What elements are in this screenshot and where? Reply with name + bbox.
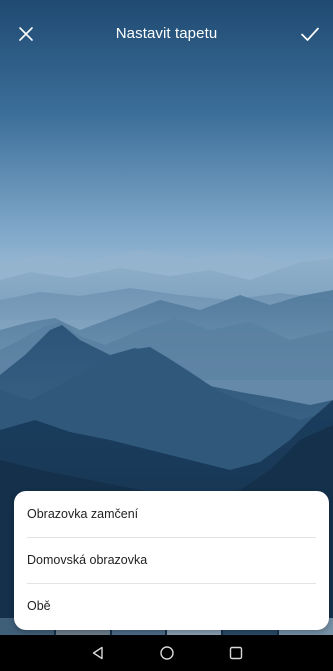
confirm-button[interactable] <box>295 20 325 48</box>
option-label: Obě <box>27 599 51 613</box>
back-triangle-icon <box>92 646 103 660</box>
recents-square-icon <box>229 646 243 660</box>
option-label: Obrazovka zamčení <box>27 507 139 521</box>
option-both[interactable]: Obě <box>14 583 329 629</box>
top-bar: Nastavit tapetu <box>0 0 333 64</box>
checkmark-icon <box>301 27 319 41</box>
recents-button[interactable] <box>226 644 246 662</box>
page-title: Nastavit tapetu <box>115 25 218 42</box>
home-circle-icon <box>160 646 174 660</box>
wallpaper-target-sheet: Obrazovka zamčení Domovská obrazovka Obě <box>14 491 329 630</box>
option-home-screen[interactable]: Domovská obrazovka <box>14 537 329 583</box>
option-label: Domovská obrazovka <box>27 553 148 567</box>
navigation-bar <box>0 635 333 671</box>
option-lock-screen[interactable]: Obrazovka zamčení <box>14 491 329 537</box>
home-button[interactable] <box>157 644 177 662</box>
set-wallpaper-screen: Nastavit tapetu Obrazovka zamčení Domovs… <box>0 0 333 671</box>
back-button[interactable] <box>88 644 108 662</box>
